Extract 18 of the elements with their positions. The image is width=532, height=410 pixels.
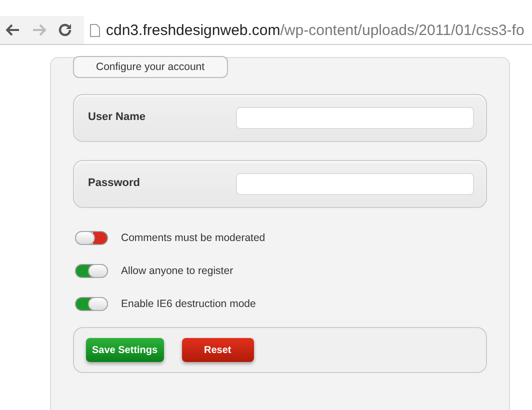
toggle-switch[interactable] (75, 264, 108, 278)
form-legend: Configure your account (73, 56, 228, 78)
address-bar[interactable]: cdn3.freshdesignweb.com/wp-content/uploads/2011/01/css3-fo (84, 16, 532, 44)
input-field[interactable] (236, 107, 474, 129)
toggle-label: Comments must be moderated (121, 232, 266, 244)
save-button[interactable]: Save Settings (86, 338, 164, 362)
toggle-switch[interactable] (75, 296, 108, 310)
field-label: Password (88, 176, 140, 189)
reload-icon[interactable] (58, 23, 72, 37)
toggle-label: Allow anyone to register (121, 264, 234, 276)
url-text: cdn3.freshdesignweb.com/wp-content/uploads/2011/01/css3-fo (106, 22, 524, 38)
toggle-label: Enable IE6 destruction mode (121, 298, 256, 310)
toggle-switch[interactable] (75, 230, 108, 244)
input-field[interactable] (236, 173, 474, 195)
page-icon (90, 24, 100, 36)
reset-button[interactable]: Reset (182, 338, 254, 362)
field-label: User Name (88, 110, 146, 123)
back-icon[interactable] (6, 24, 20, 36)
